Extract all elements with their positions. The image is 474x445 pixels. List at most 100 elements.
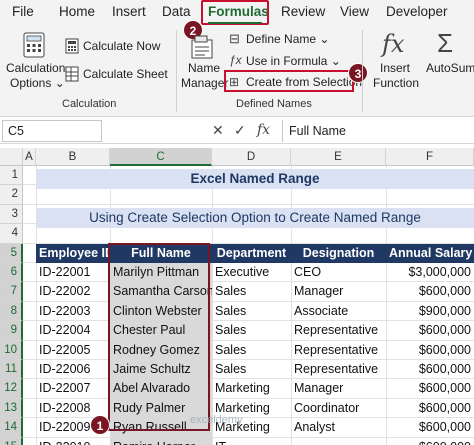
column-header-a[interactable]: A xyxy=(23,148,36,166)
tab-file[interactable]: File xyxy=(12,4,34,19)
table-header-cell[interactable]: Designation xyxy=(291,243,386,263)
table-cell[interactable]: Associate xyxy=(291,302,386,321)
row-header-13[interactable]: 13 xyxy=(0,398,23,419)
autosum-icon[interactable]: Σ xyxy=(437,28,453,59)
formula-bar: C5 ✕ ✓ fx Full Name xyxy=(0,118,474,144)
table-cell[interactable]: Representative xyxy=(291,341,386,360)
use-in-formula-icon[interactable]: ƒx xyxy=(229,53,242,67)
tab-home[interactable]: Home xyxy=(59,4,95,19)
define-name-button[interactable]: Define Name ⌄ xyxy=(246,32,329,46)
tab-developer[interactable]: Developer xyxy=(386,4,448,19)
insert-function-label-1[interactable]: Insert xyxy=(380,61,410,75)
table-cell[interactable]: Executive xyxy=(212,263,291,282)
table-cell[interactable]: $600,000 xyxy=(386,360,474,379)
sheet-title[interactable]: Excel Named Range xyxy=(36,169,474,189)
column-header-e[interactable]: E xyxy=(291,148,386,166)
formula-input[interactable]: Full Name xyxy=(282,120,472,142)
table-header-cell[interactable]: Annual Salary xyxy=(386,243,474,263)
table-cell[interactable]: $600,000 xyxy=(386,438,474,445)
row-header-5[interactable]: 5 xyxy=(0,243,23,263)
table-cell[interactable]: Sales xyxy=(212,282,291,301)
row-header-9[interactable]: 9 xyxy=(0,321,23,341)
row-header-8[interactable]: 8 xyxy=(0,301,23,322)
table-cell[interactable]: ID-22010 xyxy=(36,438,110,445)
table-cell[interactable]: ID-22001 xyxy=(36,263,110,282)
name-box[interactable]: C5 xyxy=(2,120,102,142)
row-header-11[interactable]: 11 xyxy=(0,360,23,380)
row-header-7[interactable]: 7 xyxy=(0,282,23,302)
calculator-icon[interactable] xyxy=(22,32,46,63)
select-all-corner[interactable] xyxy=(0,148,23,166)
row-header-10[interactable]: 10 xyxy=(0,340,23,360)
column-header-b[interactable]: B xyxy=(36,148,110,166)
table-cell[interactable]: $600,000 xyxy=(386,399,474,418)
calculate-sheet-button[interactable]: Calculate Sheet xyxy=(83,67,168,81)
row-header-4[interactable]: 4 xyxy=(0,224,23,244)
table-cell[interactable]: ID-22005 xyxy=(36,341,110,360)
table-cell[interactable]: Marketing xyxy=(212,379,291,398)
tab-insert[interactable]: Insert xyxy=(112,4,146,19)
tab-review[interactable]: Review xyxy=(281,4,325,19)
table-cell[interactable]: Sales xyxy=(212,341,291,360)
table-cell[interactable] xyxy=(291,438,386,445)
table-cell[interactable]: Ramiro Harper xyxy=(110,437,212,445)
table-cell[interactable]: ID-22007 xyxy=(36,379,110,398)
tab-view[interactable]: View xyxy=(340,4,369,19)
table-cell[interactable]: $900,000 xyxy=(386,302,474,321)
column-header-f[interactable]: F xyxy=(386,148,474,166)
calculate-now-button[interactable]: Calculate Now xyxy=(83,39,160,53)
table-cell[interactable]: Sales xyxy=(212,360,291,379)
table-cell[interactable]: Sales xyxy=(212,321,291,340)
insert-function-icon[interactable]: fx xyxy=(382,30,404,58)
table-cell[interactable]: $3,000,000 xyxy=(386,263,474,282)
table-cell[interactable]: Manager xyxy=(291,282,386,301)
row-header-2[interactable]: 2 xyxy=(0,185,23,205)
group-separator xyxy=(362,30,363,112)
fx-icon[interactable]: fx xyxy=(257,122,270,138)
column-header-c[interactable]: C xyxy=(110,148,212,166)
table-cell[interactable]: Analyst xyxy=(291,418,386,437)
table-header-cell[interactable]: Department xyxy=(212,243,291,263)
table-cell[interactable]: $600,000 xyxy=(386,379,474,398)
row-header-12[interactable]: 12 xyxy=(0,379,23,399)
define-name-icon[interactable]: ⊟ xyxy=(229,31,240,47)
table-header-cell[interactable]: Employee ID xyxy=(36,243,110,263)
name-manager-label-2[interactable]: Manager xyxy=(181,76,228,90)
table-cell[interactable]: IT xyxy=(212,438,291,445)
table-cell[interactable]: $600,000 xyxy=(386,282,474,301)
row-header-6[interactable]: 6 xyxy=(0,263,23,283)
calculate-now-icon[interactable] xyxy=(65,38,79,59)
calculation-options-label-2[interactable]: Options ⌄ xyxy=(10,76,65,90)
calculate-sheet-icon[interactable] xyxy=(65,66,79,87)
table-cell[interactable]: ID-22002 xyxy=(36,282,110,301)
table-cell[interactable]: Manager xyxy=(291,379,386,398)
table-cell[interactable]: $600,000 xyxy=(386,418,474,437)
table-cell[interactable]: Sales xyxy=(212,302,291,321)
column-header-d[interactable]: D xyxy=(212,148,291,166)
cancel-icon[interactable]: ✕ xyxy=(212,122,224,139)
table-cell[interactable]: ID-22003 xyxy=(36,302,110,321)
table-cell[interactable]: Representative xyxy=(291,360,386,379)
name-manager-label-1[interactable]: Name xyxy=(188,61,220,75)
table-cell[interactable]: Coordinator xyxy=(291,399,386,418)
calculation-group-label: Calculation xyxy=(62,98,117,110)
table-cell[interactable]: CEO xyxy=(291,263,386,282)
row-header-14[interactable]: 14 xyxy=(0,418,23,438)
sheet-subtitle[interactable]: Using Create Selection Option to Create … xyxy=(36,208,474,228)
row-header-15[interactable]: 15 xyxy=(0,437,23,445)
row-header-1[interactable]: 1 xyxy=(0,166,23,186)
table-cell[interactable]: ID-22004 xyxy=(36,321,110,340)
table-cell[interactable]: Representative xyxy=(291,321,386,340)
table-cell[interactable]: ID-22006 xyxy=(36,360,110,379)
watermark-logo: exceldemy xyxy=(190,414,243,426)
tab-data[interactable]: Data xyxy=(162,4,191,19)
table-cell[interactable]: $600,000 xyxy=(386,321,474,340)
insert-function-label-2[interactable]: Function xyxy=(373,76,419,90)
defined-names-group-label: Defined Names xyxy=(236,98,312,110)
table-cell[interactable]: $600,000 xyxy=(386,341,474,360)
calculation-options-label-1[interactable]: Calculation xyxy=(6,61,65,75)
autosum-button[interactable]: AutoSum xyxy=(426,61,474,75)
row-header-3[interactable]: 3 xyxy=(0,204,23,225)
use-in-formula-button[interactable]: Use in Formula ⌄ xyxy=(246,54,341,68)
enter-icon[interactable]: ✓ xyxy=(234,122,246,139)
